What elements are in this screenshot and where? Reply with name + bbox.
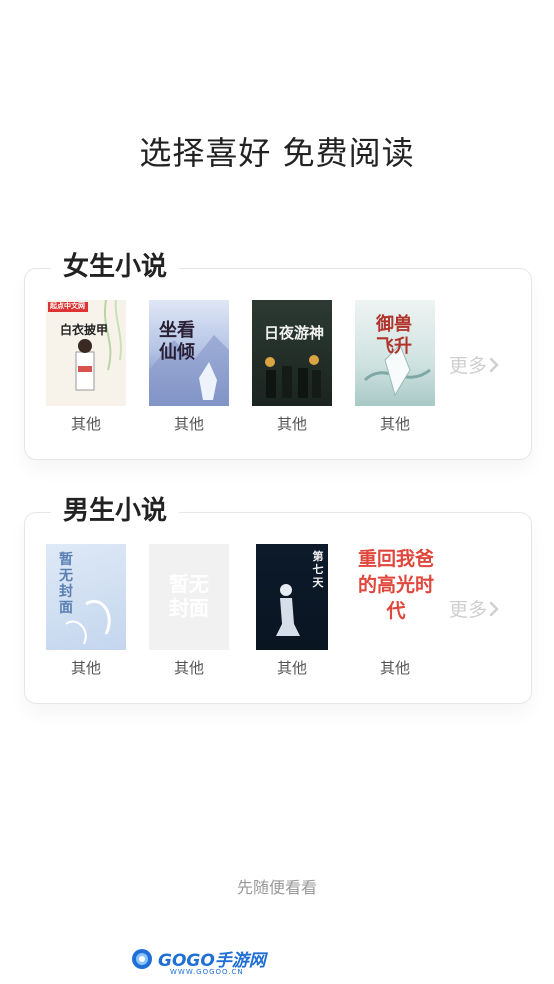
gogo-logo-icon (132, 948, 152, 969)
book-cover[interactable]: 重回我爸的高光时代 (355, 544, 435, 650)
book-item[interactable]: 起点中文网 白衣披甲 其他 (45, 300, 127, 434)
book-cover[interactable]: 日夜游神 (252, 300, 332, 406)
book-item[interactable]: 暂无封面 坐看仙倾 其他 (148, 300, 230, 434)
book-label: 其他 (379, 659, 410, 677)
book-label: 其他 (276, 415, 307, 433)
cover-title: 日夜游神 (263, 324, 324, 342)
book-label: 其他 (70, 659, 101, 677)
more-link[interactable]: 更多 (449, 595, 499, 622)
watermark-url: WWW.GOGOO.CN (170, 968, 244, 976)
book-cover[interactable]: 暂无封面 (149, 544, 229, 650)
more-label: 更多 (449, 355, 488, 377)
book-cover[interactable]: 御兽飞升 (355, 300, 435, 406)
browse-anyway-link[interactable]: 先随便看看 (0, 874, 554, 898)
cover-title: 暂无封面 (59, 552, 73, 616)
more-label: 更多 (449, 599, 488, 621)
book-item[interactable]: 日夜游神 其他 (251, 300, 333, 434)
chevron-right-icon (489, 601, 499, 616)
book-cover[interactable]: 起点中文网 白衣披甲 (46, 300, 126, 406)
cover-title: 暂无封面 (169, 572, 209, 620)
book-label: 其他 (173, 415, 204, 433)
book-label: 其他 (379, 415, 410, 433)
cover-title: 御兽飞升 (376, 314, 412, 357)
section-card-female: 女生小说 起点中文网 白衣披甲 其他 暂无封面 坐看仙倾 其他 (24, 250, 532, 460)
section-title: 男生小说 (51, 494, 180, 528)
section-title: 女生小说 (51, 250, 180, 284)
book-label: 其他 (173, 659, 204, 677)
cover-title: 坐看仙倾 (159, 320, 195, 363)
page-title: 选择喜好 免费阅读 (139, 134, 415, 172)
chevron-right-icon (489, 357, 499, 372)
book-label: 其他 (276, 659, 307, 677)
cover-title: 重回我爸的高光时代 (357, 548, 434, 622)
book-item[interactable]: 暂无封面 其他 (148, 544, 230, 678)
book-item[interactable]: 御兽飞升 其他 (354, 300, 436, 434)
watermark-logo: GOGO手游网 WWW.GOGOO.CN (130, 946, 266, 976)
cover-title: 白衣披甲 (59, 323, 108, 337)
more-link[interactable]: 更多 (449, 351, 499, 378)
section-card-male: 男生小说 暂无封面 其他 暂无封面 其他 第七天 其他 重回我爸的高光时代 其他… (24, 494, 532, 704)
book-cover[interactable]: 第七天 (256, 544, 328, 650)
book-cover[interactable]: 暂无封面 坐看仙倾 (149, 300, 229, 406)
book-item[interactable]: 第七天 其他 (251, 544, 333, 678)
book-item[interactable]: 重回我爸的高光时代 其他 (354, 544, 436, 678)
book-item[interactable]: 暂无封面 其他 (45, 544, 127, 678)
cover-title: 第七天 (312, 550, 324, 589)
book-cover[interactable]: 暂无封面 (46, 544, 126, 650)
book-label: 其他 (70, 415, 101, 433)
